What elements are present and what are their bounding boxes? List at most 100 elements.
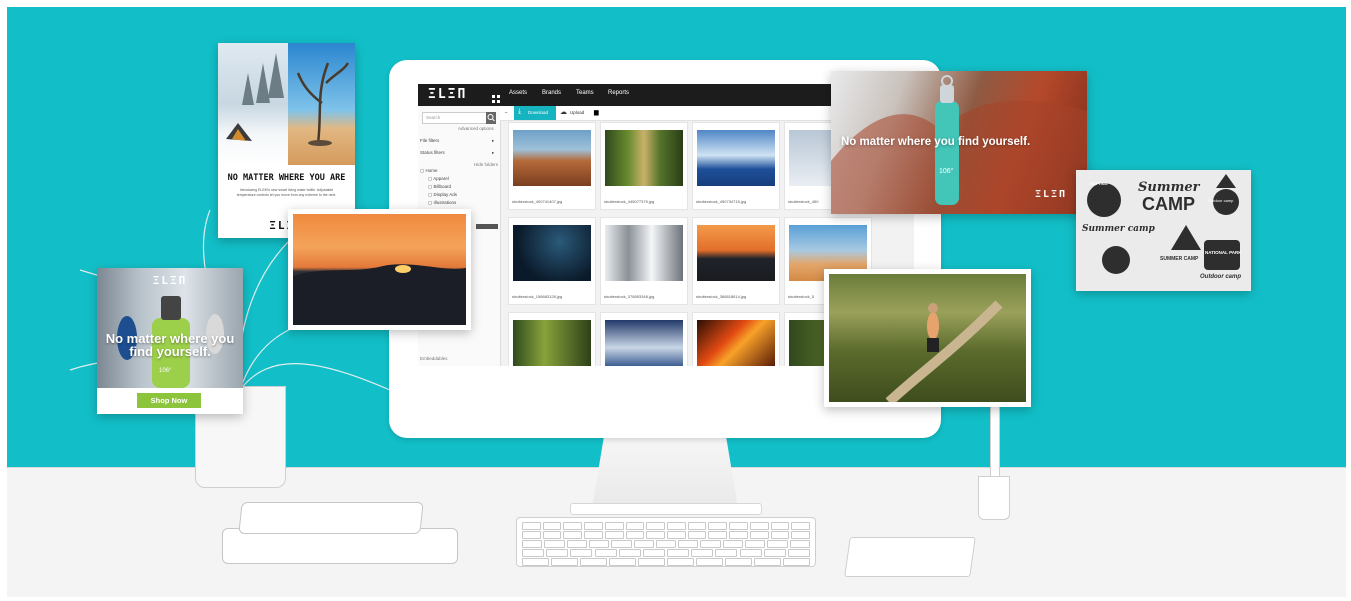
- folder-label: Home: [425, 168, 438, 173]
- poster-headline: NO MATTER WHERE YOU ARE: [227, 173, 346, 183]
- keyboard-key: [625, 531, 645, 539]
- back-arrow-icon[interactable]: ←: [504, 109, 509, 114]
- keyboard-key: [633, 540, 654, 548]
- asset-thumbnail: [513, 225, 591, 281]
- folder-label: Billboard: [433, 184, 452, 189]
- hide-folders-link[interactable]: Hide folders: [474, 162, 498, 167]
- nav-assets[interactable]: Assets: [509, 90, 527, 96]
- asset-filename: shutterstock_378893348.jpg: [604, 294, 655, 299]
- keyboard-key: [618, 549, 641, 557]
- caret-right-icon[interactable]: ▸: [492, 138, 494, 144]
- sidebar-scroll-handle[interactable]: [476, 224, 498, 229]
- search-input[interactable]: Search: [422, 112, 488, 124]
- monitor-stand: [592, 438, 738, 508]
- folder-move-icon[interactable]: ▆: [594, 109, 599, 116]
- folder-item[interactable]: ▢ Illustrations: [420, 200, 457, 208]
- keyboard-key: [767, 540, 788, 548]
- keyboard-key: [542, 531, 562, 539]
- keyboard-key: [611, 540, 632, 548]
- keyboard-key: [588, 540, 610, 548]
- ad-headline: No matter where you find yourself.: [105, 331, 235, 359]
- asset-filename: shutterstock_450734715.jpg: [696, 199, 747, 204]
- keyboard-key: [604, 531, 624, 539]
- search-icon: [487, 114, 495, 122]
- upload-icon: ☁: [560, 109, 567, 116]
- display-ad-card: ΞLΞΠ No matter where you find yourself. …: [97, 268, 243, 414]
- asset-thumbnail: [605, 225, 683, 281]
- camp-label: Summer camp: [1082, 224, 1155, 234]
- keyboard-key: [646, 531, 665, 539]
- asset-filename: shutterstock_156683128.jpg: [512, 294, 563, 299]
- camp-label: RAFTING: [1090, 181, 1108, 186]
- asset-tile[interactable]: shutterstock_378893348.jpg: [600, 217, 688, 305]
- folder-tree: ▢ Home ▢ Apparel ▢ Billboard ▢ Display A…: [420, 168, 457, 208]
- folder-item[interactable]: ▢ Home: [420, 168, 457, 176]
- keyboard-key: [749, 531, 769, 539]
- keyboard-key: [763, 549, 786, 557]
- book-top: [238, 502, 424, 534]
- keyboard-key: [551, 558, 578, 566]
- caret-right-icon[interactable]: ▸: [492, 150, 494, 156]
- search-placeholder: Search: [426, 115, 441, 120]
- summer-camp-card: Summer CAMP RAFTING Summer camp Outdoor …: [1076, 170, 1251, 291]
- asset-tile[interactable]: shutterstock_400741407.jpg: [508, 122, 596, 210]
- search-button[interactable]: [486, 112, 496, 124]
- keyboard-key: [687, 522, 707, 530]
- shop-now-button[interactable]: Shop Now: [137, 393, 201, 408]
- advanced-options-link[interactable]: Advanced options: [458, 126, 494, 131]
- folder-item[interactable]: ▢ Billboard: [420, 184, 457, 192]
- app-logo[interactable]: ΞLΞΠ: [428, 87, 467, 102]
- keyboard-key: [770, 522, 790, 530]
- keyboard-key: [546, 549, 569, 557]
- keyboard-key: [642, 549, 665, 557]
- keyboard-key: [700, 540, 721, 548]
- folder-label: Illustrations: [433, 200, 457, 205]
- keyboard: [516, 517, 816, 567]
- keyboard-key: [522, 540, 543, 548]
- keyboard-key: [544, 540, 565, 548]
- sunset-photo-card: [288, 209, 471, 330]
- grid-icon[interactable]: [492, 90, 500, 103]
- keyboard-key: [580, 558, 607, 566]
- asset-thumbnail: [697, 225, 775, 281]
- download-button[interactable]: ⤓ Download: [514, 106, 556, 120]
- asset-thumbnail: [697, 320, 775, 366]
- folder-item[interactable]: ▢ Display Ads: [420, 192, 457, 200]
- ad-logo: ΞLΞΠ: [152, 274, 188, 287]
- file-filters[interactable]: File filters: [420, 138, 439, 143]
- embeddables-link[interactable]: Embeddables: [420, 356, 448, 361]
- keyboard-key: [791, 531, 810, 539]
- desert-photo: [288, 43, 355, 165]
- keyboard-key: [522, 558, 549, 566]
- upload-button[interactable]: ☁ Upload: [558, 106, 592, 120]
- nav-brands[interactable]: Brands: [542, 90, 561, 96]
- snow-camp-photo: [218, 43, 288, 165]
- keyboard-key: [566, 540, 587, 548]
- keyboard-key: [542, 522, 562, 530]
- keyboard-key: [655, 540, 677, 548]
- photo-stand-cup: [978, 476, 1010, 520]
- asset-tile[interactable]: shutterstock_450734715.jpg: [692, 122, 780, 210]
- asset-tile[interactable]: shutterstock_445077379.jpg: [600, 122, 688, 210]
- asset-tile[interactable]: [692, 312, 780, 366]
- asset-filename: shutterstock_5: [788, 294, 815, 299]
- download-icon: ⤓: [518, 108, 522, 115]
- keyboard-key: [638, 558, 665, 566]
- keyboard-key: [667, 558, 694, 566]
- nav-teams[interactable]: Teams: [576, 90, 594, 96]
- keyboard-key: [696, 558, 723, 566]
- nav-reports[interactable]: Reports: [608, 90, 629, 96]
- upload-label: Upload: [570, 110, 585, 115]
- asset-tile[interactable]: [508, 312, 596, 366]
- status-filters[interactable]: Status filters: [420, 150, 445, 155]
- ad-bottle-temp: 106°: [159, 368, 172, 374]
- keyboard-key: [729, 531, 748, 539]
- keyboard-key: [729, 522, 748, 530]
- folder-item[interactable]: ▢ Apparel: [420, 176, 457, 184]
- asset-tile[interactable]: shutterstock_368818614.jpg: [692, 217, 780, 305]
- asset-tile[interactable]: [600, 312, 688, 366]
- asset-tile[interactable]: shutterstock_156683128.jpg: [508, 217, 596, 305]
- keyboard-key: [789, 540, 810, 548]
- camp-label: Outdoor camp: [1200, 274, 1242, 280]
- keyboard-key: [522, 549, 545, 557]
